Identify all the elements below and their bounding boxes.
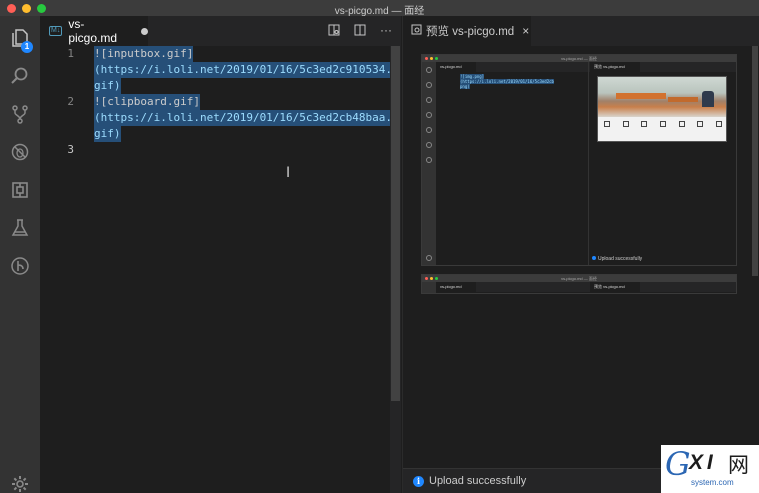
preview-scrollbar-thumb[interactable] [752,46,758,276]
test-button[interactable] [0,210,40,246]
watermark-xi: X I [689,451,713,474]
watermark-g: G [665,445,691,483]
watermark-wang: 网 [728,453,749,477]
editor-scrollbar-thumb[interactable] [391,46,400,401]
gif-tab: vs-picgo.md [436,62,476,72]
watermark-domain: system.com [691,478,734,487]
code-line-1-wrap-1[interactable]: (https://i.loli.net/2019/01/16/5c3ed2c91… [40,62,393,78]
gif-tab: vs-picgo.md [436,282,476,292]
line-number: 1 [67,47,74,60]
gitlens-button[interactable] [0,248,40,284]
gif-window-title: vs-picgo.md — 面经 [561,276,597,281]
explorer-badge: 1 [21,41,33,53]
debug-icon [11,143,29,161]
more-actions-icon[interactable]: ··· [379,23,393,37]
editor-scrollbar[interactable] [390,46,401,493]
code-line-2[interactable]: 2 ![clipboard.gif] [40,94,390,110]
site-watermark-logo: G X I 网 system.com [661,445,759,493]
test-flask-icon [11,219,29,236]
gif-status: Upload successfully [592,256,642,262]
source-control-button[interactable] [0,96,40,132]
code-text: (https://i.loli.net/2019/01/16/5c3ed2c91… [94,62,393,78]
code-editor[interactable]: 1 ![inputbox.gif] (https://i.loli.net/20… [40,46,393,493]
extensions-icon [12,182,28,198]
markdown-preview: vs-picgo.md — 面经 vs-picgo.md 预览 vs-picgo… [402,46,759,493]
gif-preview-tab: 预览 vs-picgo.md [590,282,640,292]
extensions-button[interactable] [0,172,40,208]
close-icon[interactable]: × [522,24,529,38]
notification-text: Upload successfully [429,475,527,487]
tab-preview[interactable]: 预览 vs-picgo.md × [403,16,531,46]
activity-bar: 1 [0,16,40,493]
code-line-3[interactable]: 3 [40,142,390,158]
search-button[interactable] [0,58,40,94]
inputbox-gif-image: vs-picgo.md — 面经 vs-picgo.md 预览 vs-picgo… [421,54,737,266]
preview-scrollbar[interactable] [751,46,759,493]
code-text: (https://i.loli.net/2019/01/16/5c3ed2cb4… [94,110,393,126]
tab-label: vs-picgo.md [68,17,118,45]
window-title: vs-picgo.md — 面经 [334,6,425,17]
gif-preview-tab: 预览 vs-picgo.md [590,62,640,72]
clipboard-gif-image: vs-picgo.md — 面经 vs-picgo.md 预览 vs-picgo… [421,274,737,294]
tab-vs-picgo-md[interactable]: M↓ vs-picgo.md [40,16,148,46]
preview-icon [411,24,422,38]
markdown-file-icon: M↓ [49,26,63,36]
source-control-icon [12,105,28,124]
editor-tab-bar: M↓ vs-picgo.md ··· [40,16,401,46]
code-text: gif) [94,126,121,142]
code-line-2-wrap-1[interactable]: (https://i.loli.net/2019/01/16/5c3ed2cb4… [40,110,393,126]
code-line-1-wrap-2[interactable]: gif) [40,78,390,94]
gif-window-title: vs-picgo.md — 面经 [561,56,597,61]
settings-button[interactable] [0,466,40,493]
info-icon: i [413,475,424,487]
gif-photo-thumbnail [597,76,727,142]
editor-actions: ··· [327,23,393,37]
gear-icon [12,476,28,492]
gitlens-icon [11,257,29,275]
code-line-2-wrap-2[interactable]: gif) [40,126,390,142]
code-line-1[interactable]: 1 ![inputbox.gif] [40,46,390,62]
explorer-button[interactable]: 1 [0,20,40,56]
code-text: ![inputbox.gif] [94,46,194,62]
search-icon [11,67,28,84]
split-editor-icon[interactable] [353,23,367,37]
preview-tab-label: 预览 vs-picgo.md [426,26,515,38]
title-bar: vs-picgo.md — 面经 [0,0,759,17]
unsaved-dot-icon[interactable] [141,27,148,35]
code-text: gif) [94,78,121,94]
preview-tab-bar: 预览 vs-picgo.md × [402,16,759,46]
debug-button[interactable] [0,134,40,170]
text-cursor-icon: Ⅰ [286,165,291,181]
line-number: 2 [67,95,74,108]
open-preview-to-side-icon[interactable] [327,23,341,37]
code-text: ![clipboard.gif] [94,94,200,110]
gif-code: ![img.png] (https://i.loli.net/2019/01/1… [460,74,554,89]
line-number: 3 [67,143,74,156]
